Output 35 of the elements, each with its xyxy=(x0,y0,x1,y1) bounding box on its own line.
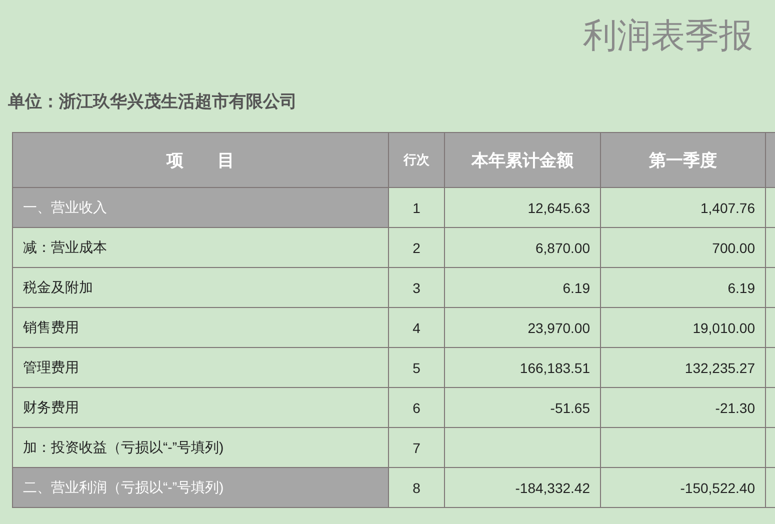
table-cell: -184,332.42 xyxy=(444,468,600,508)
table-cell: -150,522.40 xyxy=(600,468,766,508)
column-header: 行次 xyxy=(388,132,444,188)
table-cell: 财务费用 xyxy=(12,388,388,428)
table-cell: 3 xyxy=(388,268,444,308)
table-cell: 4 xyxy=(388,308,444,348)
table-cell: 8 xyxy=(388,468,444,508)
table-cell: 税金及附加 xyxy=(12,268,388,308)
table-cell: 6 xyxy=(388,388,444,428)
table-cell: 一、营业收入 xyxy=(12,188,388,228)
table-cell: 700.00 xyxy=(600,228,766,268)
report-title: 利润表季报 xyxy=(583,15,753,58)
table-cell: -51.65 xyxy=(444,388,600,428)
company-label: 单位：浙江玖华兴茂生活超市有限公司 xyxy=(8,92,297,112)
table-cell: 1 xyxy=(388,188,444,228)
table-cell: 132,235.27 xyxy=(600,348,766,388)
column-header: 本年累计金额 xyxy=(444,132,600,188)
column-header: 第一季度 xyxy=(600,132,766,188)
table-cell: 12,645.63 xyxy=(444,188,600,228)
table-cell: 7 xyxy=(388,428,444,468)
table-cell: 管理费用 xyxy=(12,348,388,388)
table-cell: 19,010.00 xyxy=(600,308,766,348)
table-cell: 销售费用 xyxy=(12,308,388,348)
table-cell: 166,183.51 xyxy=(444,348,600,388)
table-cell: 减：营业成本 xyxy=(12,228,388,268)
table-cell: 6,870.00 xyxy=(444,228,600,268)
table-cell: 6.19 xyxy=(600,268,766,308)
table-cell: 5 xyxy=(388,348,444,388)
table-cell: 6.19 xyxy=(444,268,600,308)
table-cell: -21.30 xyxy=(600,388,766,428)
column-header: 项 目 xyxy=(12,132,388,188)
table-cell: 二、营业利润（亏损以“-”号填列) xyxy=(12,468,388,508)
table-cell: 23,970.00 xyxy=(444,308,600,348)
table-cell: 2 xyxy=(388,228,444,268)
table-cell: 1,407.76 xyxy=(600,188,766,228)
